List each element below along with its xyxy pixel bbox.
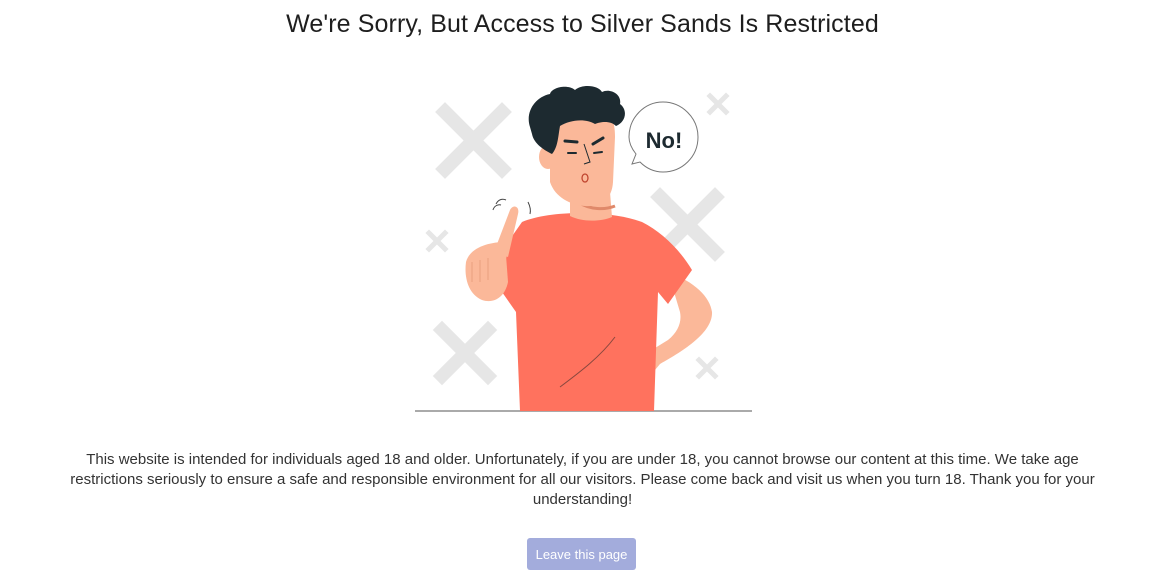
person-saying-no-icon: No!	[415, 86, 752, 412]
speech-bubble: No!	[628, 101, 699, 173]
page-title: We're Sorry, But Access to Silver Sands …	[286, 10, 879, 38]
restriction-message: This website is intended for individuals…	[70, 451, 1095, 508]
age-restriction-page: We're Sorry, But Access to Silver Sands …	[0, 0, 1165, 577]
leave-page-button[interactable]: Leave this page	[527, 538, 636, 570]
restricted-illustration: No!	[410, 82, 760, 417]
speech-bubble-text: No!	[646, 128, 683, 153]
